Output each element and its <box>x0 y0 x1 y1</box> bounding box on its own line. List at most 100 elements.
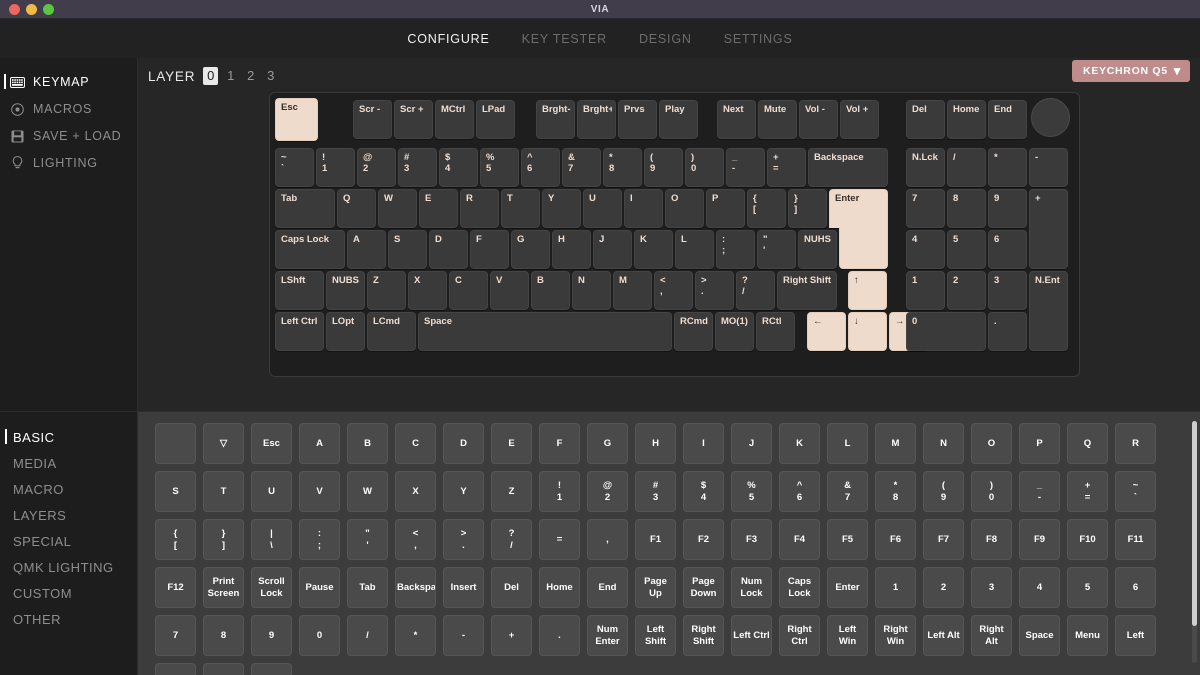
palette-key[interactable]: Insert <box>443 567 484 608</box>
nav-tab-key-tester[interactable]: KEY TESTER <box>522 32 607 46</box>
layer-button-2[interactable]: 2 <box>243 67 258 85</box>
keycap[interactable]: Left Ctrl <box>275 312 324 351</box>
keycap[interactable]: Z <box>367 271 406 310</box>
keycap[interactable]: * 8 <box>603 148 642 187</box>
keycap[interactable]: Right Shift <box>777 271 837 310</box>
palette-key[interactable] <box>203 663 244 675</box>
palette-key[interactable]: C <box>395 423 436 464</box>
palette-key[interactable]: Num Lock <box>731 567 772 608</box>
palette-key[interactable]: S <box>155 471 196 512</box>
palette-key[interactable]: J <box>731 423 772 464</box>
palette-key[interactable]: Right Shift <box>683 615 724 656</box>
palette-key[interactable]: Q <box>1067 423 1108 464</box>
keycap[interactable]: $ 4 <box>439 148 478 187</box>
palette-key[interactable]: F9 <box>1019 519 1060 560</box>
keycap[interactable]: # 3 <box>398 148 437 187</box>
palette-key[interactable]: & 7 <box>827 471 868 512</box>
nav-tab-design[interactable]: DESIGN <box>639 32 692 46</box>
palette-key[interactable]: Page Up <box>635 567 676 608</box>
keycap[interactable]: Mute <box>758 100 797 139</box>
palette-key[interactable]: M <box>875 423 916 464</box>
keycap[interactable]: K <box>634 230 673 269</box>
palette-key[interactable]: T <box>203 471 244 512</box>
keycap[interactable]: > . <box>695 271 734 310</box>
palette-key[interactable]: Esc <box>251 423 292 464</box>
keycap[interactable]: A <box>347 230 386 269</box>
keycap[interactable]: 3 <box>988 271 1027 310</box>
keycap[interactable]: End <box>988 100 1027 139</box>
keycap[interactable]: L <box>675 230 714 269</box>
palette-key[interactable]: : ; <box>299 519 340 560</box>
keycap[interactable]: 1 <box>906 271 945 310</box>
keycap[interactable]: Vol + <box>840 100 879 139</box>
sidebar-item-macros[interactable]: MACROS <box>0 96 137 122</box>
keycap[interactable]: Del <box>906 100 945 139</box>
palette-key[interactable]: ( 9 <box>923 471 964 512</box>
palette-key[interactable]: A <box>299 423 340 464</box>
palette-key[interactable]: % 5 <box>731 471 772 512</box>
palette-key[interactable]: F5 <box>827 519 868 560</box>
keycap[interactable]: 7 <box>906 189 945 228</box>
keycap[interactable]: Brght- <box>536 100 575 139</box>
keycap[interactable]: V <box>490 271 529 310</box>
palette-key[interactable]: Home <box>539 567 580 608</box>
keycap[interactable]: RCtl <box>756 312 795 351</box>
keycap[interactable]: 5 <box>947 230 986 269</box>
keycap[interactable]: < , <box>654 271 693 310</box>
palette-key[interactable]: . <box>539 615 580 656</box>
palette-key[interactable]: $ 4 <box>683 471 724 512</box>
palette-key[interactable]: F8 <box>971 519 1012 560</box>
nav-tab-configure[interactable]: CONFIGURE <box>407 32 489 46</box>
keycap[interactable]: & 7 <box>562 148 601 187</box>
category-item-media[interactable]: MEDIA <box>0 450 137 476</box>
palette-key[interactable]: | \ <box>251 519 292 560</box>
palette-key[interactable]: F <box>539 423 580 464</box>
category-item-other[interactable]: OTHER <box>0 606 137 632</box>
keycap[interactable]: C <box>449 271 488 310</box>
palette-key[interactable]: / <box>347 615 388 656</box>
palette-key[interactable]: F3 <box>731 519 772 560</box>
keycap[interactable]: N <box>572 271 611 310</box>
palette-key[interactable]: 5 <box>1067 567 1108 608</box>
keycap[interactable]: Backspace <box>808 148 888 187</box>
nav-tab-settings[interactable]: SETTINGS <box>724 32 793 46</box>
sidebar-item-keymap[interactable]: KEYMAP <box>0 69 137 95</box>
keycap[interactable]: M <box>613 271 652 310</box>
keycap[interactable]: Q <box>337 189 376 228</box>
keycap[interactable]: J <box>593 230 632 269</box>
palette-key[interactable]: Space <box>1019 615 1060 656</box>
palette-key[interactable]: V <box>299 471 340 512</box>
palette-key[interactable]: > . <box>443 519 484 560</box>
category-item-qmk-lighting[interactable]: QMK LIGHTING <box>0 554 137 580</box>
palette-key[interactable]: ? / <box>491 519 532 560</box>
palette-key[interactable]: 6 <box>1115 567 1156 608</box>
palette-key[interactable]: 0 <box>299 615 340 656</box>
keycap[interactable]: 0 <box>906 312 986 351</box>
keycap[interactable]: 4 <box>906 230 945 269</box>
keycap[interactable]: H <box>552 230 591 269</box>
keycap[interactable]: 2 <box>947 271 986 310</box>
palette-key[interactable]: * <box>395 615 436 656</box>
palette-key[interactable]: F2 <box>683 519 724 560</box>
palette-key[interactable]: ! 1 <box>539 471 580 512</box>
keycap[interactable]: T <box>501 189 540 228</box>
palette-key[interactable]: Backspace <box>395 567 436 608</box>
keycap[interactable]: Home <box>947 100 986 139</box>
keycap[interactable]: Vol - <box>799 100 838 139</box>
category-item-special[interactable]: SPECIAL <box>0 528 137 554</box>
palette-key[interactable]: O <box>971 423 1012 464</box>
keycap[interactable]: ? / <box>736 271 775 310</box>
palette-key[interactable]: R <box>1115 423 1156 464</box>
palette-key[interactable]: + = <box>1067 471 1108 512</box>
palette-key[interactable]: E <box>491 423 532 464</box>
keycap[interactable]: MCtrl <box>435 100 474 139</box>
palette-key[interactable]: F12 <box>155 567 196 608</box>
keycap[interactable]: { [ <box>747 189 786 228</box>
palette-key[interactable]: # 3 <box>635 471 676 512</box>
keycap[interactable]: G <box>511 230 550 269</box>
keycap[interactable]: ( 9 <box>644 148 683 187</box>
keycap[interactable]: Scr - <box>353 100 392 139</box>
keycap[interactable]: Tab <box>275 189 335 228</box>
keycap[interactable]: P <box>706 189 745 228</box>
category-item-macro[interactable]: MACRO <box>0 476 137 502</box>
